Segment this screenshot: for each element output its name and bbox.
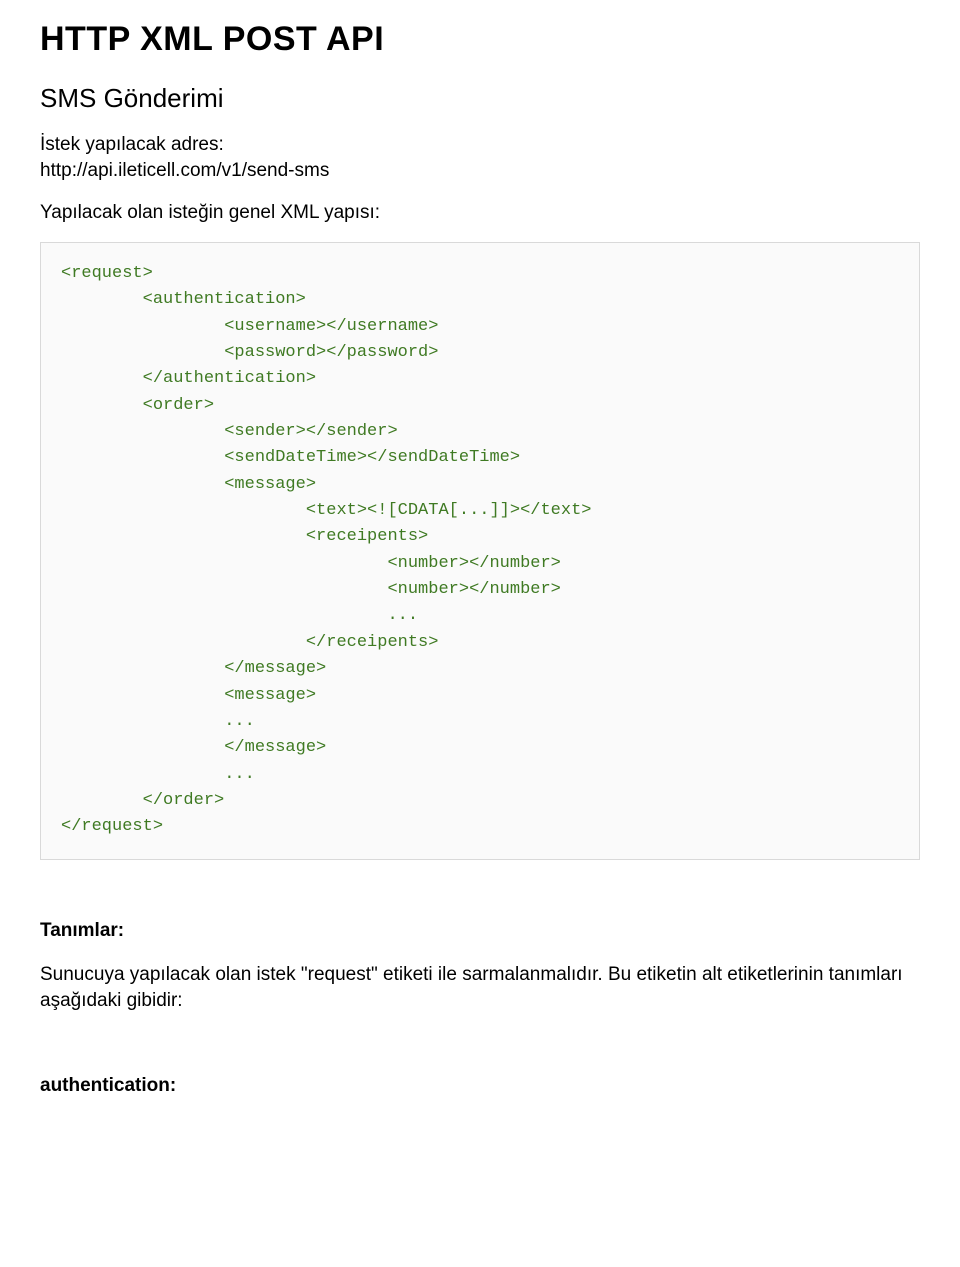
xml-code-block: <request> <authentication> <username></u… bbox=[40, 242, 920, 860]
request-url: http://api.ileticell.com/v1/send-sms bbox=[40, 160, 920, 182]
subtitle: SMS Gönderimi bbox=[40, 83, 920, 114]
page-title: HTTP XML POST API bbox=[40, 20, 920, 59]
request-address-label: İstek yapılacak adres: bbox=[40, 134, 920, 156]
definitions-body: Sunucuya yapılacak olan istek "request" … bbox=[40, 962, 920, 1015]
field-authentication: authentication: bbox=[40, 1075, 920, 1097]
definitions-heading: Tanımlar: bbox=[40, 920, 920, 942]
xml-structure-heading: Yapılacak olan isteğin genel XML yapısı: bbox=[40, 202, 920, 224]
